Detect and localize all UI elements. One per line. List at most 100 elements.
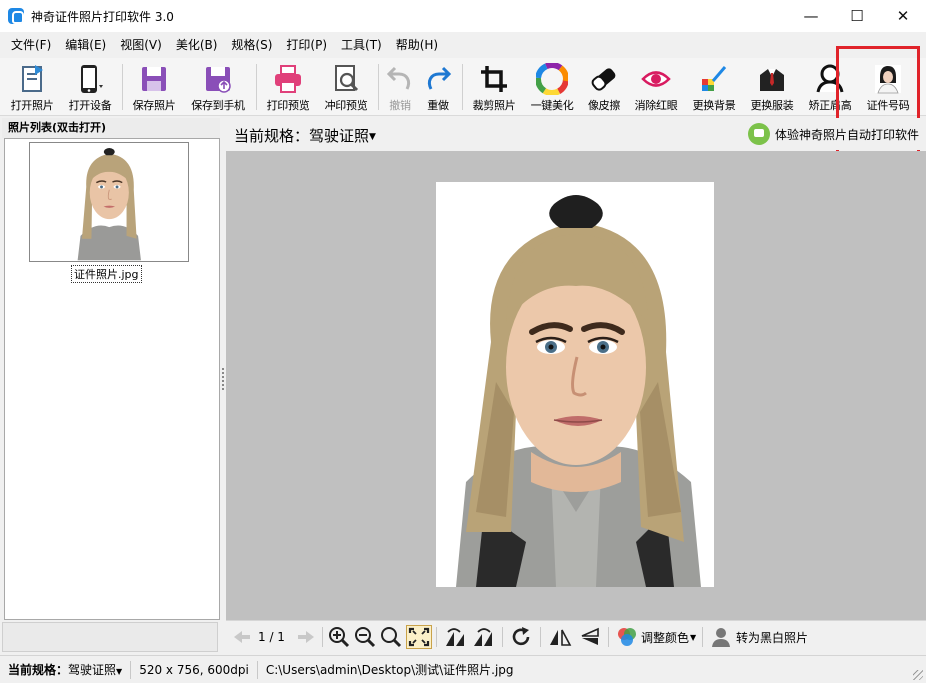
flip-horizontal-icon <box>550 629 572 646</box>
fit-window-button[interactable] <box>406 625 432 649</box>
redo-button[interactable]: 重做 <box>420 58 456 116</box>
menu-help[interactable]: 帮助(H) <box>389 36 445 53</box>
bottom-toolbar: 1 / 1 调整颜色 ▼ 转为黑白照片 <box>226 620 926 652</box>
next-page-button[interactable] <box>296 625 316 649</box>
portrait-photo[interactable] <box>436 182 714 587</box>
eraser-icon <box>588 62 620 96</box>
menu-bar: 文件(F) 编辑(E) 视图(V) 美化(B) 规格(S) 打印(P) 工具(T… <box>0 32 926 56</box>
zoom-out-icon <box>355 627 376 648</box>
flip-vertical-icon <box>581 627 599 645</box>
current-spec-value: 驾驶证照 <box>309 127 370 145</box>
background-brush-icon <box>698 62 730 96</box>
title-bar: 神奇证件照片打印软件 3.0 — ☐ ✕ <box>0 0 926 32</box>
main-header: 当前规格：驾驶证照▼ 体验神奇照片自动打印软件 <box>226 118 926 150</box>
zoom-in-icon <box>329 627 350 648</box>
menu-tools[interactable]: 工具(T) <box>334 36 389 53</box>
photo-list-panel: 照片列表(双击打开) 证件照片.jpg <box>2 118 220 620</box>
photo-filename: 证件照片.jpg <box>71 265 142 283</box>
printer-icon <box>272 62 304 96</box>
window-title: 神奇证件照片打印软件 3.0 <box>31 9 174 24</box>
open-photo-icon <box>16 62 48 96</box>
zoom-icon <box>381 627 402 648</box>
save-photo-button[interactable]: 保存照片 <box>126 58 182 116</box>
change-background-button[interactable]: 更换背景 <box>686 58 742 116</box>
adjust-color-dropdown[interactable]: 调整颜色 ▼ <box>616 625 696 649</box>
thumbnail-portrait-image <box>69 143 149 261</box>
develop-preview-button[interactable]: 冲印预览 <box>318 58 374 116</box>
promo-link[interactable]: 体验神奇照片自动打印软件 <box>748 123 919 145</box>
splitter-grip-icon <box>222 368 224 392</box>
flip-vertical-button[interactable] <box>578 625 602 649</box>
page-indicator: 1 / 1 <box>258 630 285 644</box>
arrow-left-icon <box>234 631 250 643</box>
status-size: 520 x 756, 600dpi <box>131 660 258 679</box>
rotate-left-button[interactable] <box>442 625 466 649</box>
photo-list[interactable]: 证件照片.jpg <box>4 138 220 620</box>
arrow-right-icon <box>298 631 314 643</box>
rotate-left-icon <box>446 628 464 646</box>
resize-grip-icon[interactable] <box>913 670 923 680</box>
redo-icon <box>422 62 454 96</box>
status-spec-label: 当前规格： <box>8 662 69 677</box>
refresh-icon <box>512 627 530 646</box>
convert-to-bw-button[interactable]: 转为黑白照片 <box>710 625 808 649</box>
eye-icon <box>640 62 672 96</box>
canvas-area[interactable] <box>226 151 926 620</box>
menu-file[interactable]: 文件(F) <box>4 36 58 53</box>
menu-edit[interactable]: 编辑(E) <box>58 36 113 53</box>
status-spec[interactable]: 当前规格：驾驶证照▼ <box>0 660 132 679</box>
crop-icon <box>478 62 510 96</box>
photo-thumbnail[interactable] <box>29 142 189 262</box>
color-circles-icon <box>618 628 636 646</box>
dropdown-arrow-icon: ▼ <box>690 632 697 642</box>
adjust-color-label: 调整颜色 <box>641 630 690 645</box>
fit-screen-icon <box>408 627 430 647</box>
portrait-image <box>436 182 714 587</box>
print-preview-button[interactable]: 打印预览 <box>260 58 316 116</box>
convert-to-bw-label: 转为黑白照片 <box>736 630 809 645</box>
zoom-out-button[interactable] <box>354 625 376 649</box>
photo-list-header: 照片列表(双击打开) <box>2 118 220 138</box>
zoom-in-button[interactable] <box>328 625 350 649</box>
phone-icon <box>74 62 106 96</box>
promo-icon <box>748 123 770 145</box>
refresh-button[interactable] <box>510 625 532 649</box>
crop-button[interactable]: 裁剪照片 <box>466 58 522 116</box>
save-to-phone-button[interactable]: 保存到手机 <box>184 58 252 116</box>
current-spec-dropdown[interactable]: 当前规格：驾驶证照▼ <box>234 125 376 146</box>
color-wheel-icon <box>536 62 568 96</box>
maximize-button[interactable]: ☐ <box>834 0 880 32</box>
status-path: C:\Users\admin\Desktop\测试\证件照片.jpg <box>265 662 514 677</box>
zoom-actual-button[interactable] <box>380 625 402 649</box>
dropdown-arrow-icon: ▼ <box>116 666 123 676</box>
suit-icon <box>756 62 788 96</box>
toolbar: 打开照片 打开设备 保存照片 保存到手机 打印预览 冲印预览 撤销 重做 裁剪照… <box>0 58 926 116</box>
menu-view[interactable]: 视图(V) <box>113 36 169 53</box>
rotate-right-icon <box>474 628 492 646</box>
status-bar: 当前规格：驾驶证照▼ 520 x 756, 600dpi C:\Users\ad… <box>0 655 926 683</box>
save-icon <box>138 62 170 96</box>
prev-page-button[interactable] <box>232 625 252 649</box>
dropdown-arrow-icon: ▼ <box>369 132 376 142</box>
eraser-button[interactable]: 像皮擦 <box>582 58 626 116</box>
rotate-right-button[interactable] <box>472 625 496 649</box>
status-spec-value: 驾驶证照 <box>68 662 117 677</box>
undo-button[interactable]: 撤销 <box>382 58 418 116</box>
photo-list-footer <box>2 622 218 652</box>
open-photo-button[interactable]: 打开照片 <box>4 58 60 116</box>
person-icon <box>712 628 730 647</box>
menu-print[interactable]: 打印(P) <box>279 36 334 53</box>
close-button[interactable]: ✕ <box>880 0 926 32</box>
promo-text: 体验神奇照片自动打印软件 <box>775 127 920 142</box>
one-click-beautify-button[interactable]: 一键美化 <box>524 58 580 116</box>
undo-icon <box>384 62 416 96</box>
menu-spec[interactable]: 规格(S) <box>224 36 279 53</box>
app-icon <box>8 8 24 24</box>
change-clothing-button[interactable]: 更换服装 <box>744 58 800 116</box>
current-spec-label: 当前规格： <box>234 127 310 145</box>
red-eye-removal-button[interactable]: 消除红眼 <box>628 58 684 116</box>
minimize-button[interactable]: — <box>788 0 834 32</box>
open-device-button[interactable]: 打开设备 <box>62 58 118 116</box>
flip-horizontal-button[interactable] <box>548 625 572 649</box>
menu-beautify[interactable]: 美化(B) <box>169 36 225 53</box>
